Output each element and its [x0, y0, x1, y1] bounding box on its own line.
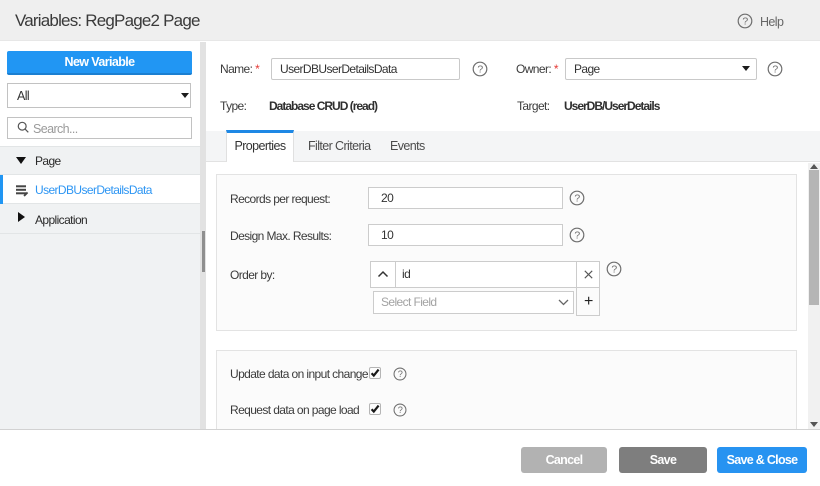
svg-text:?: ?	[398, 405, 403, 415]
svg-text:?: ?	[742, 16, 748, 28]
svg-text:?: ?	[574, 230, 580, 242]
svg-text:?: ?	[574, 193, 580, 205]
svg-text:?: ?	[611, 264, 617, 276]
svg-text:?: ?	[772, 64, 778, 76]
svg-text:?: ?	[477, 64, 483, 76]
svg-text:?: ?	[398, 369, 403, 379]
